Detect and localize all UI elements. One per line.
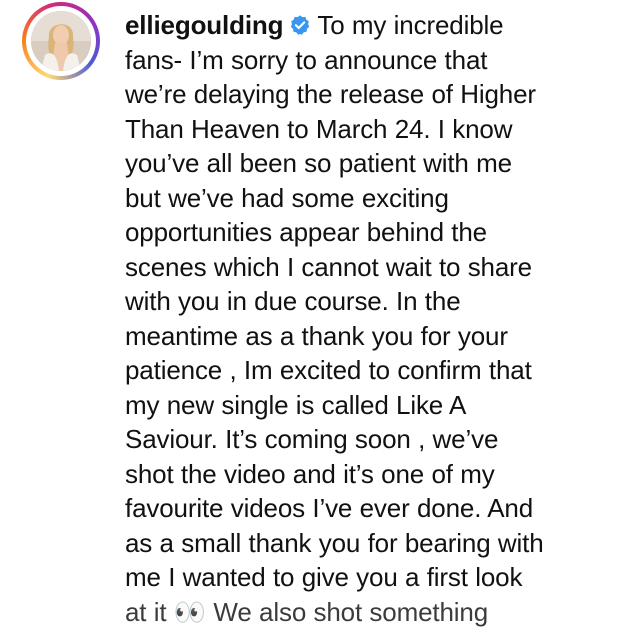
caption-line: To my incredible: [317, 10, 504, 40]
caption-line: patience , Im excited to confirm that: [125, 355, 532, 385]
caption-line: scenes which I cannot wait to share: [125, 251, 532, 282]
caption-line: Than Heaven to March 24. I know: [125, 113, 513, 144]
caption-line: we’re delaying the release of Higher: [125, 79, 536, 109]
caption-line: at it 👀 We also shot something: [125, 596, 489, 627]
avatar-image: [31, 11, 91, 71]
post-caption: elliegoulding To my incredible fans- I’m …: [125, 8, 595, 629]
avatar[interactable]: [31, 11, 91, 71]
caption-line: Saviour. It’s coming soon , we’ve: [125, 424, 499, 454]
story-ring[interactable]: [22, 2, 100, 80]
caption-line: favourite videos I’ve ever done. And: [125, 493, 534, 523]
caption-line: me I wanted to give you a first look: [125, 562, 523, 592]
caption-line: meantime as a thank you for your: [125, 320, 508, 351]
verified-badge-icon: [291, 15, 310, 35]
caption-line: as a small thank you for bearing with: [125, 527, 544, 558]
caption-line: you’ve all been so patient with me: [125, 148, 512, 178]
username-link[interactable]: elliegoulding: [125, 10, 284, 40]
caption-first-line: elliegoulding To my incredible: [125, 8, 595, 43]
instagram-caption-post: elliegoulding To my incredible fans- I’m …: [0, 0, 634, 632]
caption-line: my new single is called Like A: [125, 389, 467, 420]
caption-line: but we’ve had some exciting: [125, 182, 449, 213]
caption-line: with you in due course. In the: [125, 286, 461, 316]
caption-line: opportunities appear behind the: [125, 217, 487, 247]
caption-line: shot the video and it’s one of my: [125, 458, 495, 489]
caption-line: fans- I’m sorry to announce that: [125, 44, 488, 75]
